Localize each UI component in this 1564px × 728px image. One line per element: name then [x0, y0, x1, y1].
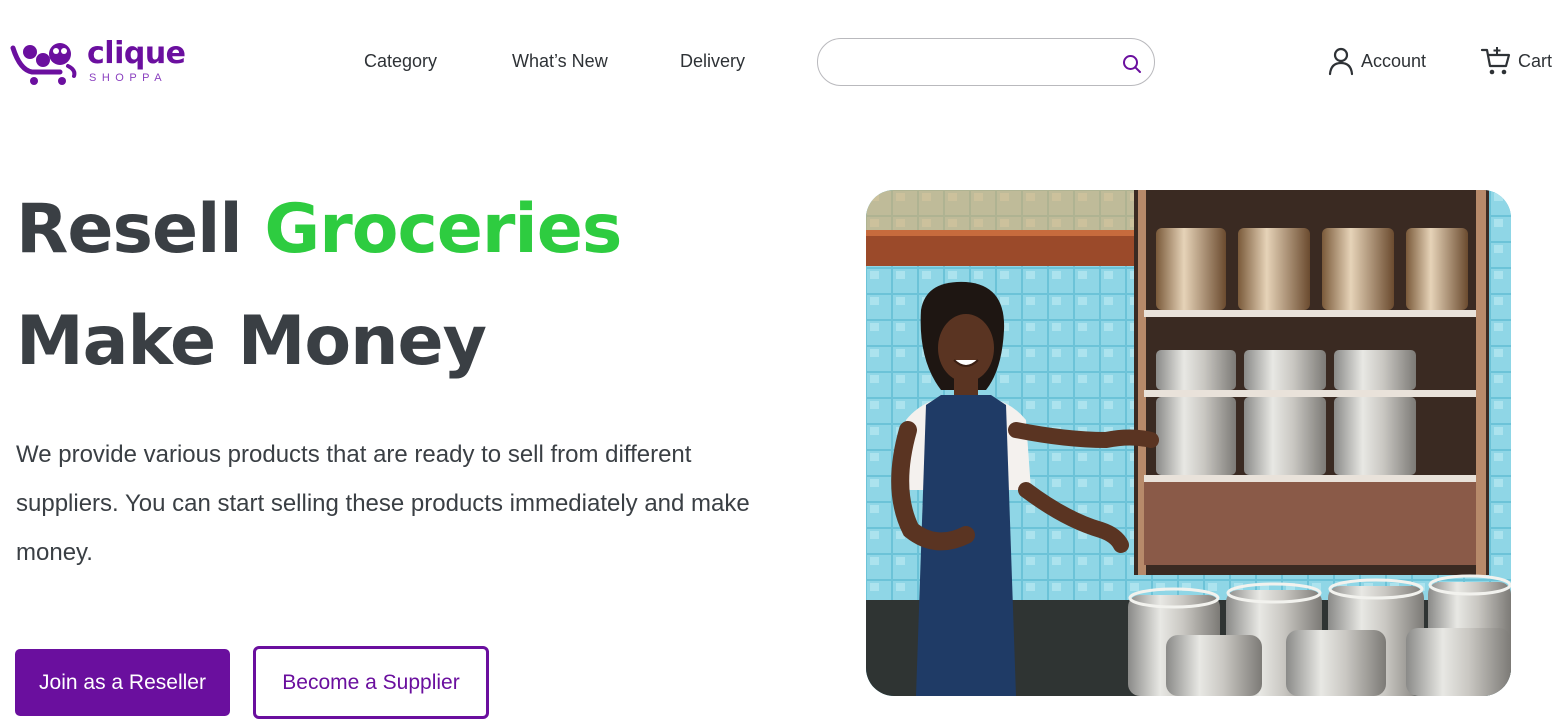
nav-whats-new[interactable]: What’s New [512, 49, 608, 73]
account-link[interactable]: Account [1327, 46, 1426, 76]
hero-image [866, 190, 1511, 696]
nav-delivery[interactable]: Delivery [680, 49, 745, 73]
hero-headline-line1: Resell Groceries [16, 190, 622, 270]
hero-headline-line2: Make Money [16, 302, 487, 381]
cart-icon [1480, 47, 1511, 75]
cart-link[interactable]: Cart [1480, 45, 1552, 77]
search-icon[interactable] [1121, 53, 1143, 75]
join-reseller-button[interactable]: Join as a Reseller [15, 649, 230, 716]
hero-illustration [866, 190, 1511, 696]
search-input[interactable] [836, 49, 1116, 75]
brand-logo[interactable]: clique SHOPPA [10, 36, 190, 88]
nav-category[interactable]: Category [364, 49, 437, 73]
headline-groceries: Groceries [264, 190, 622, 269]
brand-tagline: SHOPPA [89, 72, 168, 84]
user-icon [1328, 47, 1354, 76]
headline-resell: Resell [16, 190, 243, 269]
hero-description: We provide various products that are rea… [16, 441, 750, 566]
brand-name: clique [87, 36, 186, 71]
account-label: Account [1361, 50, 1427, 71]
become-supplier-button[interactable]: Become a Supplier [253, 646, 489, 719]
logo-mark-icon [10, 43, 77, 85]
cart-label: Cart [1518, 50, 1553, 71]
search-bar [817, 38, 1155, 86]
